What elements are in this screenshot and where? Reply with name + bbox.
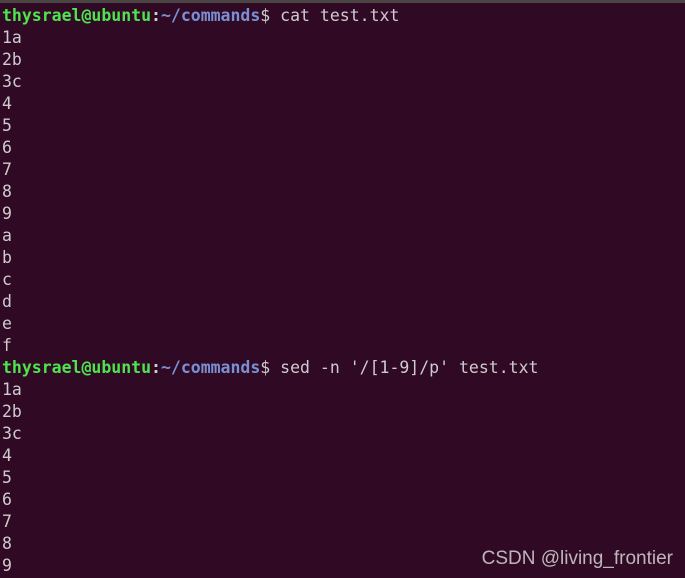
- output-line: 3c: [2, 72, 22, 91]
- output-line: 2b: [2, 50, 22, 69]
- command-text: sed -n '/[1-9]/p' test.txt: [270, 358, 539, 377]
- output-line: 5: [2, 116, 12, 135]
- output-line: 5: [2, 468, 12, 487]
- prompt-user-host: thysrael@ubuntu: [2, 358, 152, 377]
- prompt-separator: :: [151, 358, 161, 377]
- output-line: 3c: [2, 424, 22, 443]
- output-line: f: [2, 336, 12, 355]
- output-line: 2b: [2, 402, 22, 421]
- output-line: 6: [2, 490, 12, 509]
- output-line: 4: [2, 94, 12, 113]
- output-line: 4: [2, 446, 12, 465]
- output-line: b: [2, 248, 12, 267]
- command-text: cat test.txt: [270, 6, 400, 25]
- watermark: CSDN @living_frontier: [481, 548, 673, 569]
- terminal-window[interactable]: thysrael@ubuntu:~/commands$ cat test.txt…: [0, 0, 685, 578]
- output-line: 9: [2, 204, 12, 223]
- output-line: 1a: [2, 28, 22, 47]
- output-line: 7: [2, 512, 12, 531]
- output-line: d: [2, 292, 12, 311]
- prompt-path: ~/commands: [160, 358, 261, 377]
- prompt-line: thysrael@ubuntu:~/commands$ sed -n '/[1-…: [2, 357, 685, 379]
- output-line: 7: [2, 160, 12, 179]
- output-line: e: [2, 314, 12, 333]
- output-line: 6: [2, 138, 12, 157]
- prompt-separator: :: [151, 6, 161, 25]
- output-line: 8: [2, 182, 12, 201]
- prompt-sigil: $: [260, 6, 271, 25]
- prompt-sigil: $: [260, 358, 271, 377]
- terminal-screen[interactable]: thysrael@ubuntu:~/commands$ cat test.txt…: [0, 3, 685, 577]
- output-line: a: [2, 226, 12, 245]
- prompt-line: thysrael@ubuntu:~/commands$ cat test.txt: [2, 5, 685, 27]
- output-line: 1a: [2, 380, 22, 399]
- prompt-user-host: thysrael@ubuntu: [2, 6, 152, 25]
- output-line: c: [2, 270, 12, 289]
- prompt-path: ~/commands: [160, 6, 261, 25]
